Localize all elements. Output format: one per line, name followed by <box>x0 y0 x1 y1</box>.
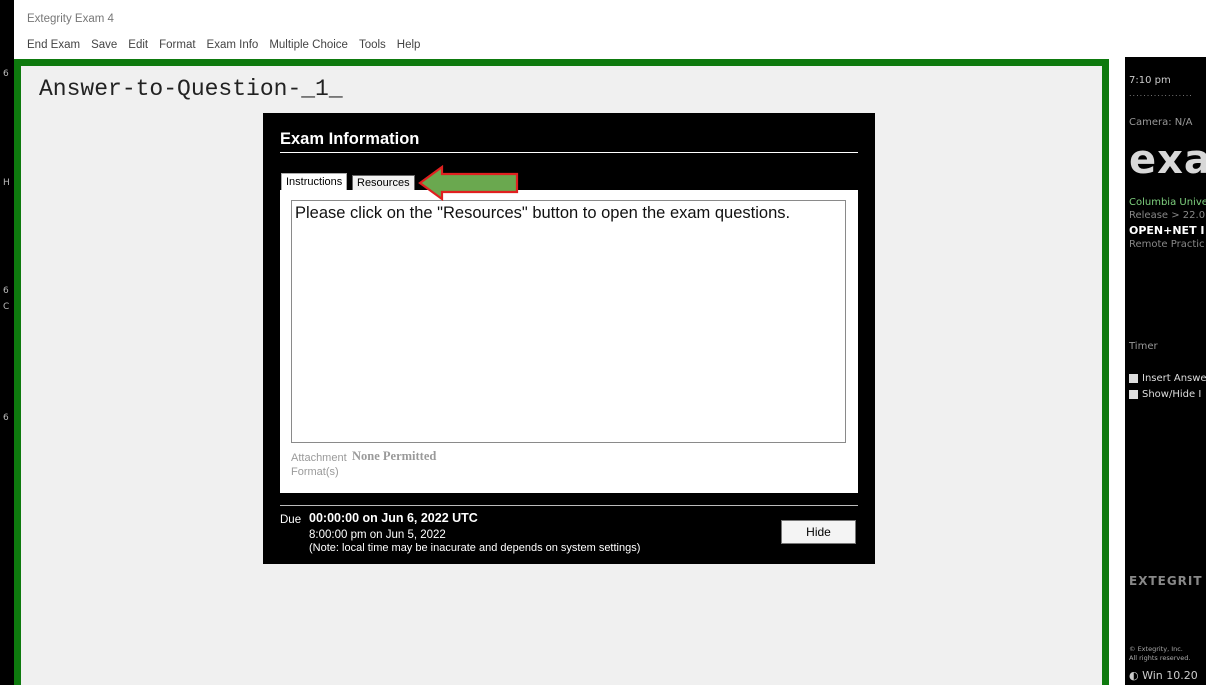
menu-exam-info[interactable]: Exam Info <box>207 39 259 55</box>
menu-save[interactable]: Save <box>91 39 117 55</box>
menu-format[interactable]: Format <box>159 39 195 55</box>
timer-label[interactable]: Timer <box>1129 341 1158 352</box>
attachment-value: None Permitted <box>352 449 437 463</box>
menu-tools[interactable]: Tools <box>359 39 386 55</box>
tab-instructions[interactable]: Instructions <box>281 173 348 191</box>
os-version: Win 10.20 <box>1142 669 1198 682</box>
instructions-panel: Please click on the "Resources" button t… <box>280 190 858 493</box>
status-side-panel: 7:10 pm .................. Camera: N/A e… <box>1125 57 1206 685</box>
edge-mark: 6 <box>3 286 9 296</box>
show-hide-checkbox[interactable]: Show/Hide I <box>1129 389 1201 400</box>
left-arrow-annotation-icon <box>418 165 519 201</box>
hide-button[interactable]: Hide <box>781 520 856 544</box>
menu-edit[interactable]: Edit <box>128 39 148 55</box>
attachment-label-line1: Attachment <box>291 452 347 464</box>
release-info: Release > 22.0 <box>1129 210 1206 221</box>
checkbox-icon <box>1129 374 1138 383</box>
edge-mark: H <box>3 178 10 188</box>
dialog-title: Exam Information <box>280 130 420 148</box>
window-title: Extegrity Exam 4 <box>27 13 114 25</box>
menu-multiple-choice[interactable]: Multiple Choice <box>269 39 348 55</box>
checkbox-label: Show/Hide I <box>1142 389 1202 400</box>
brand-text: EXTEGRIT <box>1129 574 1203 588</box>
menu-end-exam[interactable]: End Exam <box>27 39 80 55</box>
menu-bar: End Exam Save Edit Format Exam Info Mult… <box>27 39 431 55</box>
edge-mark: 6 <box>3 69 9 79</box>
answer-heading: Answer-to-Question-_1_ <box>39 76 343 102</box>
os-info: ◐ Win 10.20 <box>1129 669 1198 682</box>
clock: 7:10 pm <box>1129 75 1171 86</box>
due-label: Due <box>280 514 302 526</box>
arrow-shape <box>418 165 519 201</box>
university-name: Columbia Unive <box>1129 197 1206 208</box>
due-local-time: 8:00:00 pm on Jun 5, 2022 <box>309 529 446 541</box>
exam-logo: exa <box>1129 137 1206 183</box>
due-note: (Note: local time may be inacurate and d… <box>309 542 641 554</box>
clock-underline: .................. <box>1129 89 1193 98</box>
copyright-line2: All rights reserved. <box>1129 654 1191 662</box>
insert-answer-checkbox[interactable]: Insert Answe <box>1129 373 1206 384</box>
checkbox-label: Insert Answe <box>1142 373 1206 384</box>
camera-status: Camera: N/A <box>1129 117 1193 128</box>
instructions-message: Please click on the "Resources" button t… <box>295 204 791 222</box>
copyright-line1: © Extegrity, Inc. <box>1129 645 1183 653</box>
instructions-text-area[interactable]: Please click on the "Resources" button t… <box>291 200 846 443</box>
tab-resources[interactable]: Resources <box>352 175 415 191</box>
title-divider <box>280 152 858 153</box>
exam-information-dialog: Exam Information Instructions Resources … <box>263 113 875 564</box>
attachment-label-line2: Format(s) <box>291 466 339 478</box>
edge-mark: 6 <box>3 413 9 423</box>
contrast-icon: ◐ <box>1129 669 1143 682</box>
due-divider <box>280 505 858 506</box>
left-edge-strip: 6 H 6 C 6 <box>0 0 14 685</box>
menu-help[interactable]: Help <box>397 39 421 55</box>
practice-label: Remote Practic <box>1129 239 1205 250</box>
exam-mode: OPEN+NET I <box>1129 224 1205 237</box>
attachment-label: Attachment Format(s) <box>291 451 347 479</box>
edge-mark: C <box>3 302 10 312</box>
checkbox-icon <box>1129 390 1138 399</box>
due-utc: 00:00:00 on Jun 6, 2022 UTC <box>309 511 478 525</box>
